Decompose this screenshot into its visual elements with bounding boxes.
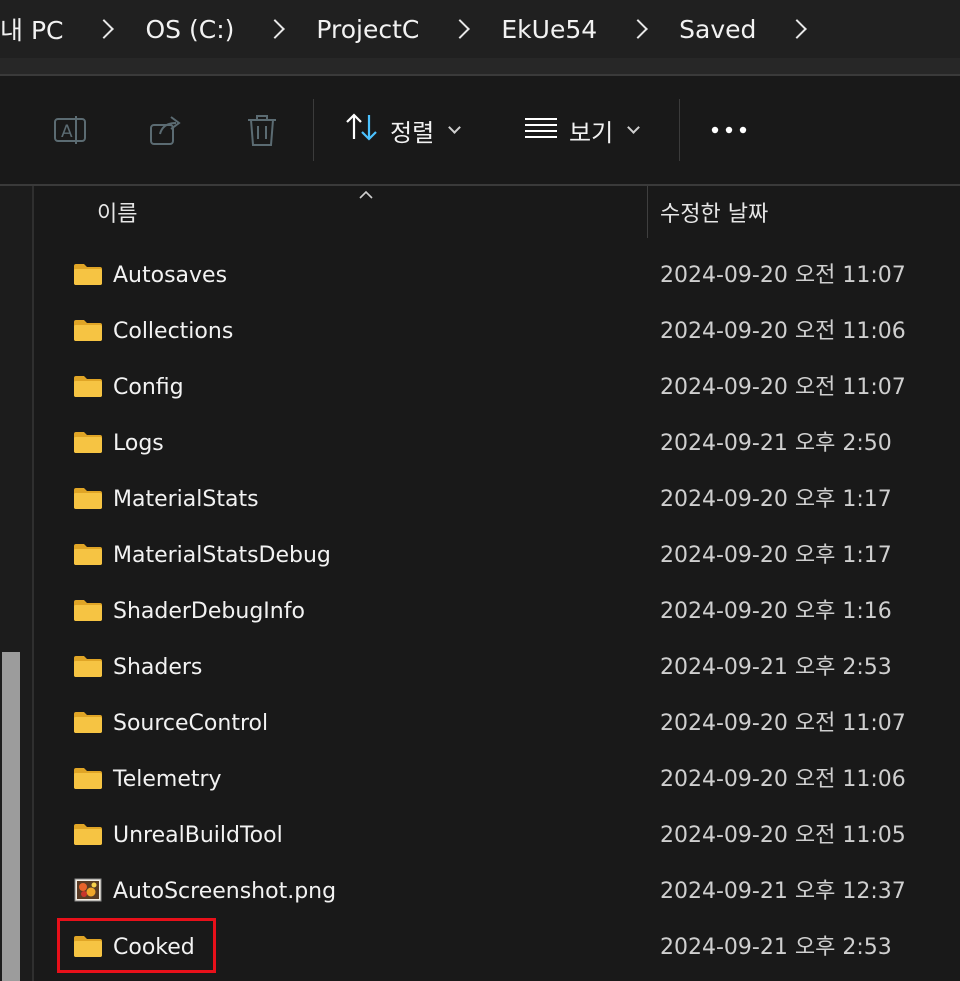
file-date-modified: 2024-09-20 오후 1:16	[660, 599, 892, 624]
folder-icon	[73, 318, 103, 342]
folder-row[interactable]: Shaders 2024-09-21 오후 2:53	[0, 640, 960, 696]
folder-icon	[73, 654, 103, 678]
column-resize-handle[interactable]	[647, 186, 648, 238]
view-label: 보기	[569, 118, 614, 147]
folder-row[interactable]: Telemetry 2024-09-20 오전 11:06	[0, 752, 960, 808]
sort-icon	[344, 111, 380, 149]
file-date-modified: 2024-09-21 오후 12:37	[660, 879, 906, 904]
file-name: SourceControl	[113, 711, 269, 736]
folder-row[interactable]: UnrealBuildTool 2024-09-20 오전 11:05	[0, 808, 960, 864]
column-header-date[interactable]: 수정한 날짜	[660, 186, 768, 238]
breadcrumb-projectc[interactable]: ProjectC	[316, 15, 419, 44]
column-header-date-label: 수정한 날짜	[660, 202, 769, 227]
file-row[interactable]: AutoScreenshot.png 2024-09-21 오후 12:37	[0, 864, 960, 920]
breadcrumb-saved[interactable]: Saved	[679, 15, 756, 44]
rename-icon[interactable]: A	[52, 112, 88, 152]
chevron-right-icon[interactable]	[628, 19, 649, 39]
file-name: Autosaves	[113, 263, 228, 288]
breadcrumb-this-pc[interactable]: 내 PC	[0, 11, 63, 47]
file-date-modified: 2024-09-20 오전 11:05	[660, 823, 906, 848]
divider	[0, 184, 960, 186]
folder-icon	[73, 486, 103, 510]
breadcrumb-ekue54[interactable]: EkUe54	[501, 15, 597, 44]
file-name: Config	[113, 375, 184, 400]
chevron-down-icon	[627, 120, 641, 134]
file-date-modified: 2024-09-20 오전 11:07	[660, 375, 906, 400]
chevron-right-icon[interactable]	[94, 19, 115, 39]
file-date-modified: 2024-09-20 오전 11:07	[660, 711, 906, 736]
file-name: Shaders	[113, 655, 203, 680]
sort-ascending-caret-icon	[358, 185, 374, 204]
file-name: MaterialStats	[113, 487, 259, 512]
folder-icon	[73, 542, 103, 566]
sort-label: 정렬	[390, 118, 435, 147]
file-name: Collections	[113, 319, 234, 344]
folder-icon	[73, 262, 103, 286]
breadcrumb-os-c[interactable]: OS (C:)	[145, 15, 234, 44]
toolbar-divider	[679, 99, 680, 161]
folder-row[interactable]: MaterialStats 2024-09-20 오후 1:17	[0, 472, 960, 528]
share-icon[interactable]	[148, 112, 184, 152]
file-date-modified: 2024-09-20 오후 1:17	[660, 543, 892, 568]
column-header-name-label: 이름	[97, 202, 138, 227]
svg-text:A: A	[61, 122, 73, 142]
address-strip	[0, 58, 960, 74]
file-name: ShaderDebugInfo	[113, 599, 305, 624]
file-date-modified: 2024-09-21 오후 2:53	[660, 935, 892, 960]
trash-icon[interactable]	[244, 112, 280, 152]
folder-icon	[73, 766, 103, 790]
view-list-icon	[523, 114, 559, 146]
more-icon[interactable]	[710, 120, 748, 144]
file-date-modified: 2024-09-20 오전 11:07	[660, 263, 906, 288]
folder-icon	[73, 430, 103, 454]
file-name: Telemetry	[113, 767, 222, 792]
view-button[interactable]: 보기	[523, 104, 641, 156]
file-name: UnrealBuildTool	[113, 823, 283, 848]
folder-row[interactable]: Logs 2024-09-21 오후 2:50	[0, 416, 960, 472]
address-bar[interactable]: 내 PC OS (C:) ProjectC EkUe54 Saved	[0, 0, 960, 58]
column-header-name[interactable]: 이름	[97, 186, 137, 238]
file-date-modified: 2024-09-20 오전 11:06	[660, 767, 906, 792]
chevron-down-icon	[448, 120, 462, 134]
file-name: Logs	[113, 431, 164, 456]
file-date-modified: 2024-09-21 오후 2:53	[660, 655, 892, 680]
image-file-icon	[74, 878, 104, 902]
folder-icon	[73, 374, 103, 398]
folder-icon	[73, 598, 103, 622]
folder-row[interactable]: MaterialStatsDebug 2024-09-20 오후 1:17	[0, 528, 960, 584]
folder-row[interactable]: ShaderDebugInfo 2024-09-20 오후 1:16	[0, 584, 960, 640]
chevron-right-icon[interactable]	[265, 19, 286, 39]
folder-row[interactable]: Collections 2024-09-20 오전 11:06	[0, 304, 960, 360]
file-name: AutoScreenshot.png	[113, 879, 337, 904]
toolbar-divider	[313, 99, 314, 161]
folder-row[interactable]: SourceControl 2024-09-20 오전 11:07	[0, 696, 960, 752]
sort-button[interactable]: 정렬	[344, 104, 462, 156]
folder-icon	[73, 822, 103, 846]
file-name: MaterialStatsDebug	[113, 543, 331, 568]
chevron-right-icon[interactable]	[787, 19, 808, 39]
chevron-right-icon[interactable]	[450, 19, 471, 39]
file-date-modified: 2024-09-20 오후 1:17	[660, 487, 892, 512]
folder-icon	[73, 710, 103, 734]
command-bar	[0, 76, 960, 184]
folder-row[interactable]: Autosaves 2024-09-20 오전 11:07	[0, 248, 960, 304]
folder-row[interactable]: Config 2024-09-20 오전 11:07	[0, 360, 960, 416]
highlight-box	[57, 918, 216, 973]
file-date-modified: 2024-09-21 오후 2:50	[660, 431, 892, 456]
file-date-modified: 2024-09-20 오전 11:06	[660, 319, 906, 344]
